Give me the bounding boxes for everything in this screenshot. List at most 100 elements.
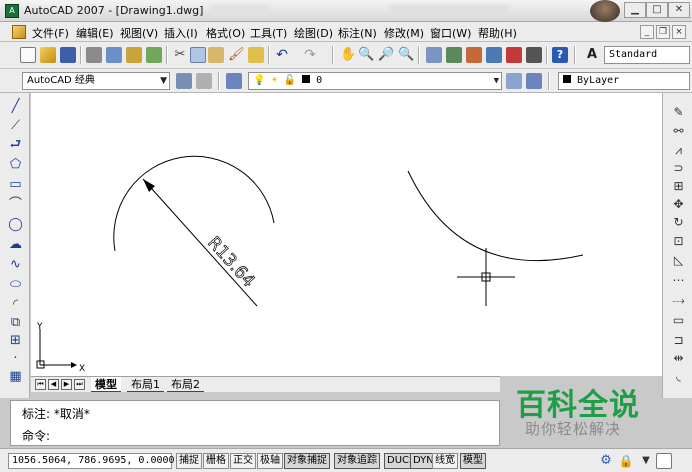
coordinate-readout[interactable]: 1056.5064, 786.9695, 0.0000 (8, 453, 175, 469)
model-space-toggle[interactable]: 模型 (460, 453, 486, 469)
text-style-select[interactable]: Standard (604, 46, 690, 64)
menu-modify[interactable]: 修改(M) (384, 25, 424, 41)
undo-icon[interactable]: ↶ (274, 47, 290, 63)
drawing-canvas[interactable]: R13.64 Y X dra (31, 93, 662, 376)
next-tab-button[interactable]: ▶ (61, 379, 72, 390)
print-icon[interactable] (86, 47, 102, 63)
doc-restore-button[interactable]: ❐ (656, 25, 670, 39)
trim-icon[interactable]: ⋯ (671, 273, 686, 288)
make-layer-current-icon[interactable] (506, 73, 522, 89)
menu-window[interactable]: 窗口(W) (430, 25, 471, 41)
document-icon[interactable] (12, 25, 26, 39)
chevron-down-icon[interactable]: ▼ (638, 453, 654, 469)
3d-dwf-icon[interactable] (146, 47, 162, 63)
object-snap-toggle[interactable]: 对象捕捉 (284, 453, 330, 469)
tab-layout1[interactable]: 布局1 (127, 377, 164, 392)
line-icon[interactable]: ╱ (8, 99, 23, 114)
communication-center-icon[interactable]: ⚙ (598, 453, 614, 469)
copy-icon[interactable] (190, 47, 206, 63)
match-properties-icon[interactable]: 🖌 (228, 47, 245, 63)
menu-view[interactable]: 视图(V) (120, 25, 158, 41)
construction-line-icon[interactable]: ⟋ (8, 118, 23, 133)
insert-block-icon[interactable]: ⧉ (8, 315, 23, 330)
properties-icon[interactable] (426, 47, 442, 63)
polar-toggle[interactable]: 极轴 (257, 453, 283, 469)
last-tab-button[interactable]: ⏭ (74, 379, 85, 390)
move-icon[interactable]: ✥ (671, 197, 686, 212)
ortho-toggle[interactable]: 正交 (230, 453, 256, 469)
mirror-icon[interactable]: ⩘ (671, 143, 686, 158)
cut-icon[interactable]: ✂ (172, 47, 188, 63)
lineweight-toggle[interactable]: 线宽 (432, 453, 458, 469)
zoom-previous-icon[interactable]: 🔍 (398, 47, 414, 63)
menu-format[interactable]: 格式(O) (206, 25, 245, 41)
hatch-icon[interactable]: ▦ (8, 369, 23, 384)
close-button[interactable]: ✕ (668, 2, 690, 18)
stretch-icon[interactable]: ◺ (671, 253, 686, 268)
offset-icon[interactable]: ⊃ (671, 161, 686, 176)
snap-toggle[interactable]: 捕捉 (176, 453, 202, 469)
prev-tab-button[interactable]: ◀ (48, 379, 59, 390)
paste-icon[interactable] (208, 47, 224, 63)
first-tab-button[interactable]: ⏮ (35, 379, 46, 390)
rectangle-icon[interactable]: ▭ (8, 177, 23, 192)
doc-minimize-button[interactable]: _ (640, 25, 654, 39)
workspace-select[interactable]: AutoCAD 经典 ▼ (22, 72, 170, 90)
point-icon[interactable]: · (8, 351, 23, 366)
autocad-app-icon[interactable]: A (5, 4, 19, 18)
workspace-settings-icon[interactable] (176, 73, 192, 89)
menu-draw[interactable]: 绘图(D) (294, 25, 333, 41)
join-icon[interactable]: ⊐ (671, 333, 686, 348)
tab-layout2[interactable]: 布局2 (167, 377, 204, 392)
ellipse-arc-icon[interactable]: ◜ (8, 297, 23, 312)
menu-insert[interactable]: 插入(I) (164, 25, 198, 41)
command-window[interactable]: 标注: *取消* 命令: (10, 400, 500, 446)
open-folder-icon[interactable] (40, 47, 56, 63)
tab-model[interactable]: 模型 (91, 377, 121, 392)
publish-icon[interactable] (126, 47, 142, 63)
menu-dimension[interactable]: 标注(N) (338, 25, 377, 41)
design-center-icon[interactable] (446, 47, 462, 63)
maximize-button[interactable]: □ (646, 2, 668, 18)
revision-cloud-icon[interactable]: ☁ (8, 237, 23, 252)
color-select[interactable]: ByLayer (558, 72, 690, 90)
array-icon[interactable]: ⊞ (671, 179, 686, 194)
polyline-icon[interactable]: ⮐ (8, 137, 23, 152)
layer-select[interactable]: 💡 ☀ 🔓 0 ▼ (248, 72, 502, 90)
markup-icon[interactable] (506, 47, 522, 63)
new-file-icon[interactable] (20, 47, 36, 63)
menu-tools[interactable]: 工具(T) (250, 25, 287, 41)
my-workspace-icon[interactable] (196, 73, 212, 89)
ellipse-icon[interactable]: ⬭ (8, 277, 23, 292)
pan-icon[interactable]: ✋ (340, 47, 356, 63)
help-icon[interactable]: ? (552, 47, 568, 63)
fillet-icon[interactable]: ◟ (671, 369, 686, 384)
polygon-icon[interactable]: ⬠ (8, 157, 23, 172)
tool-palettes-icon[interactable] (466, 47, 482, 63)
erase-icon[interactable]: ✎ (671, 105, 686, 120)
command-prompt[interactable]: 命令: (22, 427, 50, 444)
minimize-button[interactable]: ▁ (624, 2, 646, 18)
zoom-window-icon[interactable]: 🔎 (378, 47, 394, 63)
make-block-icon[interactable]: ⊞ (8, 333, 23, 348)
menu-help[interactable]: 帮助(H) (478, 25, 517, 41)
plot-preview-icon[interactable] (106, 47, 122, 63)
break-icon[interactable]: ▭ (671, 313, 686, 328)
arc-icon[interactable]: ⌒ (8, 197, 23, 212)
zoom-realtime-icon[interactable]: 🔍 (358, 47, 374, 63)
copy-object-icon[interactable]: ⚯ (671, 124, 686, 139)
block-editor-icon[interactable] (248, 47, 264, 63)
menu-edit[interactable]: 编辑(E) (76, 25, 114, 41)
extend-icon[interactable]: ⤏ (671, 293, 686, 308)
save-icon[interactable] (60, 47, 76, 63)
lock-icon[interactable]: 🔒 (618, 453, 634, 469)
scale-icon[interactable]: ⊡ (671, 234, 686, 249)
layer-manager-icon[interactable] (226, 73, 242, 89)
menu-file[interactable]: 文件(F) (32, 25, 69, 41)
layer-previous-icon[interactable] (526, 73, 542, 89)
circle-icon[interactable]: ◯ (8, 217, 23, 232)
clean-screen-icon[interactable] (656, 453, 672, 469)
grid-toggle[interactable]: 栅格 (203, 453, 229, 469)
doc-close-button[interactable]: × (672, 25, 686, 39)
redo-icon[interactable]: ↷ (302, 47, 318, 63)
